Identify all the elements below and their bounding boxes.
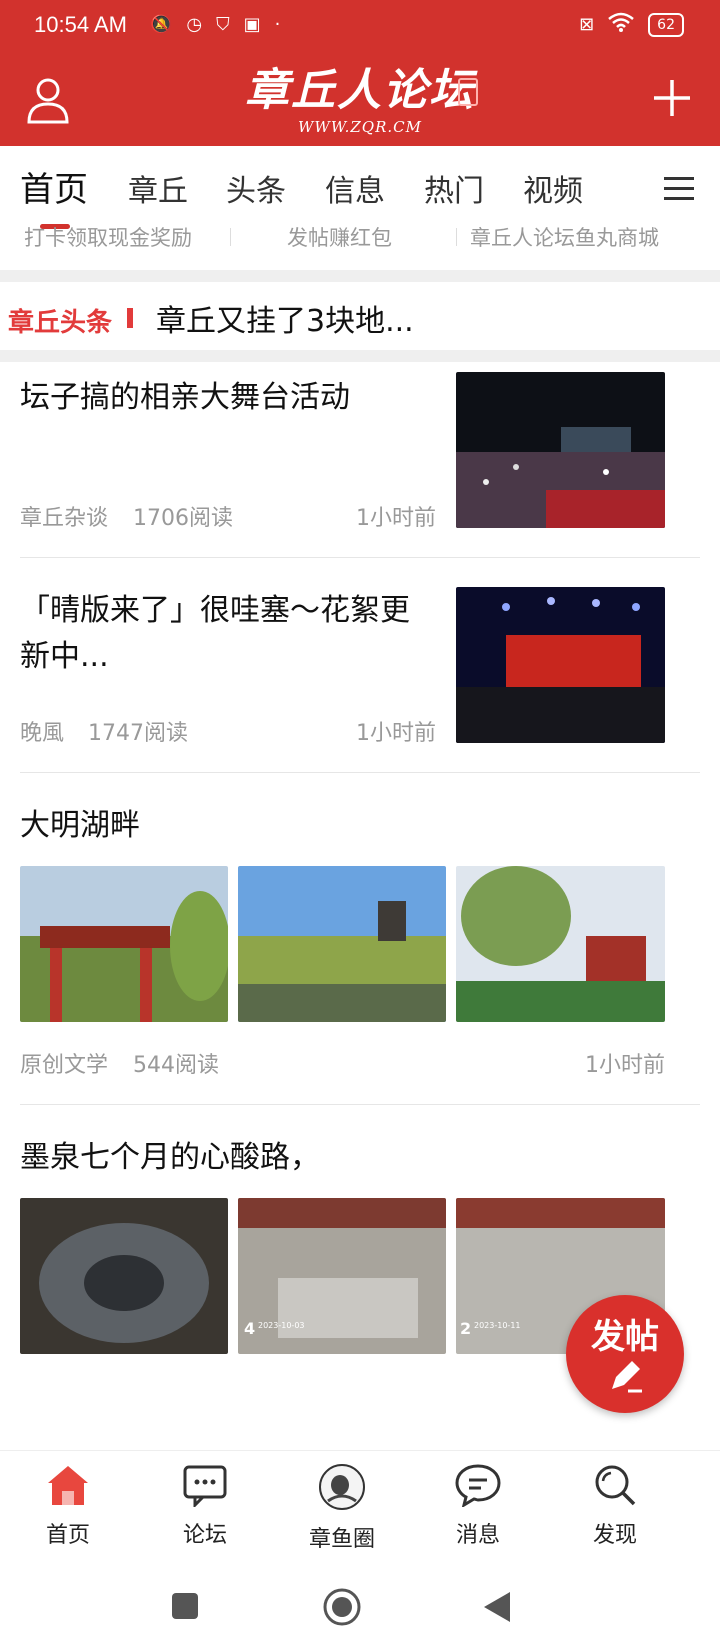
post-photo[interactable] <box>456 866 665 1022</box>
headline-text[interactable]: 章丘又挂了3块地... <box>156 296 414 340</box>
new-post-button[interactable]: 发帖 <box>566 1295 684 1413</box>
forum-icon <box>183 1465 227 1509</box>
svg-text:4: 4 <box>244 1319 255 1338</box>
user-icon[interactable] <box>26 76 70 124</box>
status-icons-right: ⊠ 62 <box>579 12 684 37</box>
app-header: 章丘人论坛 WWW.ZQR.CM <box>0 56 720 146</box>
nav-home-label: 首页 <box>45 1523 90 1548</box>
svg-text:2: 2 <box>460 1319 471 1338</box>
logo-url: WWW.ZQR.CM <box>297 118 423 136</box>
tab-zhangqiu[interactable]: 章丘 <box>128 166 188 210</box>
post-reads: 1747阅读 <box>88 721 188 746</box>
promo-strip: 打卡领取现金奖励 发帖赚红包 章丘人论坛鱼丸商城 <box>0 222 720 252</box>
post-source: 晚風 <box>20 721 65 746</box>
post-time: 1小时前 <box>356 721 436 746</box>
post-reads: 1706阅读 <box>133 506 233 531</box>
shield-icon: ⛉ <box>216 14 230 35</box>
promo-link-checkin[interactable]: 打卡领取现金奖励 <box>24 222 192 252</box>
app-logo: 章丘人论坛 WWW.ZQR.CM <box>240 64 480 144</box>
post-title[interactable]: 大明湖畔 <box>20 802 140 850</box>
post-time: 1小时前 <box>585 1053 665 1078</box>
new-post-label: 发帖 <box>591 1317 659 1357</box>
nav-octopus-circle-label: 章鱼圈 <box>308 1527 375 1552</box>
no-sim-icon: ⊠ <box>579 14 595 35</box>
alarm-icon: ◷ <box>186 14 203 35</box>
headline-bar-icon <box>127 308 133 328</box>
logo-text: 章丘人论坛 <box>245 65 475 116</box>
dot-icon: · <box>274 14 281 35</box>
photo-date: 2023-10-03 <box>258 1321 305 1330</box>
bottom-navigation: 首页 论坛 章鱼圈 消息 发现 <box>0 1450 720 1569</box>
nav-messages[interactable]: 消息 <box>423 1463 533 1549</box>
battery-icon: 62 <box>648 12 684 37</box>
headline-tag: 章丘头条 <box>8 308 113 338</box>
nav-home[interactable]: 首页 <box>13 1463 123 1549</box>
post-title-line2[interactable]: 新中... <box>20 633 109 681</box>
back-icon[interactable] <box>482 1590 512 1624</box>
post-photo[interactable] <box>20 866 228 1022</box>
post-photo[interactable] <box>238 866 446 1022</box>
nav-octopus-circle[interactable]: 章鱼圈 <box>287 1463 397 1553</box>
divider <box>20 1104 700 1105</box>
photo-date: 2023-10-11 <box>474 1321 521 1330</box>
section-gap <box>0 270 720 282</box>
tab-video[interactable]: 视频 <box>523 166 583 210</box>
wifi-icon <box>608 12 634 37</box>
headline-ticker[interactable]: 章丘头条 章丘又挂了3块地... <box>0 282 720 350</box>
recents-icon[interactable] <box>171 1592 199 1620</box>
search-icon <box>595 1465 636 1506</box>
message-icon <box>455 1464 501 1509</box>
nav-forum[interactable]: 论坛 <box>150 1463 260 1549</box>
tab-info[interactable]: 信息 <box>325 166 385 210</box>
octopus-circle-icon <box>319 1464 365 1510</box>
nav-discover-label: 发现 <box>592 1523 637 1548</box>
nav-discover[interactable]: 发现 <box>560 1463 670 1549</box>
promo-link-mall[interactable]: 章丘人论坛鱼丸商城 <box>470 222 659 252</box>
section-gap <box>0 350 720 362</box>
post-photo[interactable]: 4 2023-10-03 <box>238 1198 446 1354</box>
tab-hot[interactable]: 热门 <box>424 166 484 210</box>
post-reads: 544阅读 <box>133 1053 219 1078</box>
logo-seal <box>458 78 478 106</box>
promo-divider <box>456 228 457 246</box>
post-source: 原创文学 <box>20 1053 109 1078</box>
post-title-line1[interactable]: 「晴版来了」很哇塞～花絮更 <box>20 587 410 635</box>
status-time: 10:54 AM <box>34 12 127 37</box>
mute-icon: 🔕 <box>150 14 173 35</box>
menu-icon[interactable] <box>664 176 694 202</box>
post-time: 1小时前 <box>356 506 436 531</box>
nav-forum-label: 论坛 <box>182 1523 227 1548</box>
app-notification-icon: ▣ <box>243 14 261 35</box>
system-navigation <box>0 1568 720 1650</box>
post-thumbnail[interactable] <box>456 587 665 743</box>
status-icons-left: 🔕 ◷ ⛉ ▣ · <box>150 14 280 35</box>
nav-messages-label: 消息 <box>455 1523 500 1548</box>
promo-divider <box>230 228 231 246</box>
divider <box>20 772 700 773</box>
tab-home[interactable]: 首页 <box>20 162 88 211</box>
tab-headlines[interactable]: 头条 <box>226 166 286 210</box>
status-bar: 10:54 AM 🔕 ◷ ⛉ ▣ · ⊠ 62 <box>0 0 720 56</box>
post-title[interactable]: 坛子搞的相亲大舞台活动 <box>20 374 350 422</box>
post-photo[interactable] <box>20 1198 228 1354</box>
divider <box>20 557 700 558</box>
home-circle-icon[interactable] <box>322 1587 362 1627</box>
add-icon[interactable] <box>650 76 694 120</box>
home-icon <box>48 1466 88 1505</box>
post-title[interactable]: 墨泉七个月的心酸路， <box>20 1134 320 1182</box>
pencil-icon <box>612 1361 642 1393</box>
promo-link-redpacket[interactable]: 发帖赚红包 <box>287 222 392 252</box>
category-tabs: 首页 章丘 头条 信息 热门 视频 <box>0 146 720 226</box>
post-source: 章丘杂谈 <box>20 506 109 531</box>
post-thumbnail[interactable] <box>456 372 665 528</box>
